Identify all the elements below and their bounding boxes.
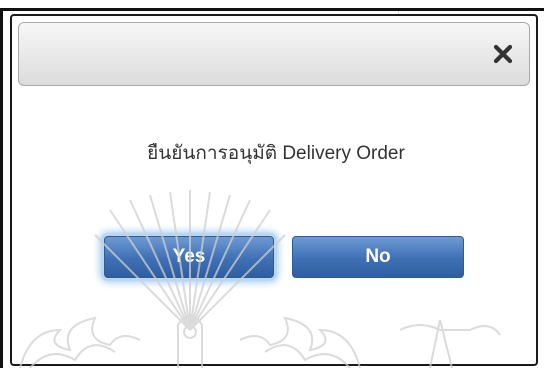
no-button[interactable]: No (292, 236, 464, 278)
screen: ยืนยันการอนุมัติ Delivery Order Yes No (0, 0, 544, 368)
close-icon (493, 44, 513, 64)
background-border-left (0, 8, 3, 368)
dialog-header (18, 22, 530, 86)
background-border-top (0, 8, 544, 11)
dialog-message: ยืนยันการอนุมัติ Delivery Order (147, 143, 405, 164)
yes-button-label: Yes (172, 246, 206, 267)
no-button-label: No (365, 246, 391, 267)
close-button[interactable] (487, 39, 519, 69)
yes-button[interactable]: Yes (104, 236, 274, 278)
confirm-dialog: ยืนยันการอนุมัติ Delivery Order Yes No (10, 14, 538, 366)
